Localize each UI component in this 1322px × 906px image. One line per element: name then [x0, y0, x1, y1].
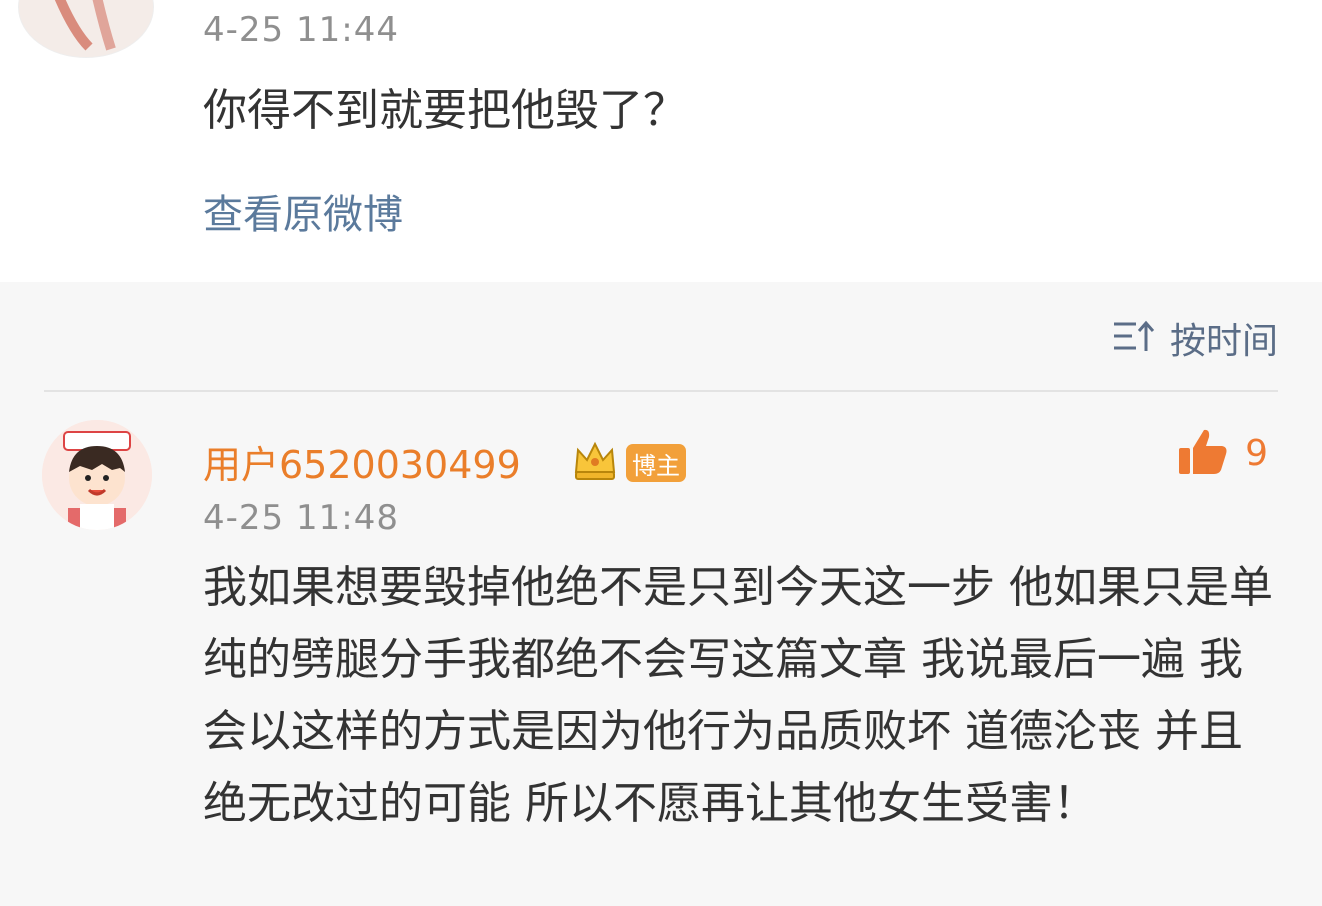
- view-original-weibo-link[interactable]: 查看原微博: [203, 182, 403, 240]
- original-post-text: 你得不到就要把他毁了？: [203, 85, 687, 136]
- commenter-username[interactable]: 用户6520030499: [203, 434, 521, 489]
- original-post-card: 4-25 11:44 你得不到就要把他毁了？ 查看原微博: [0, 0, 1322, 282]
- commenter-avatar[interactable]: [42, 420, 152, 530]
- sort-label: 按时间: [1169, 321, 1278, 362]
- comment-time: 4-25 11:48: [203, 498, 399, 538]
- like-count: 9: [1245, 432, 1268, 474]
- comment-text: 我如果想要毁掉他绝不是只到今天这一步 他如果只是单纯的劈腿分手我都绝不会写这篇文…: [203, 562, 1273, 829]
- original-post-time: 4-25 11:44: [203, 10, 399, 50]
- original-post-avatar[interactable]: [18, 0, 154, 58]
- crown-icon: [572, 438, 618, 484]
- divider: [44, 390, 1278, 392]
- like-button[interactable]: 9: [1177, 426, 1268, 480]
- author-badge: 博主: [626, 444, 686, 482]
- thumbs-up-icon: [1177, 426, 1229, 480]
- sort-by-time-button[interactable]: 按时间: [1112, 312, 1278, 364]
- sort-order-icon: [1112, 319, 1156, 357]
